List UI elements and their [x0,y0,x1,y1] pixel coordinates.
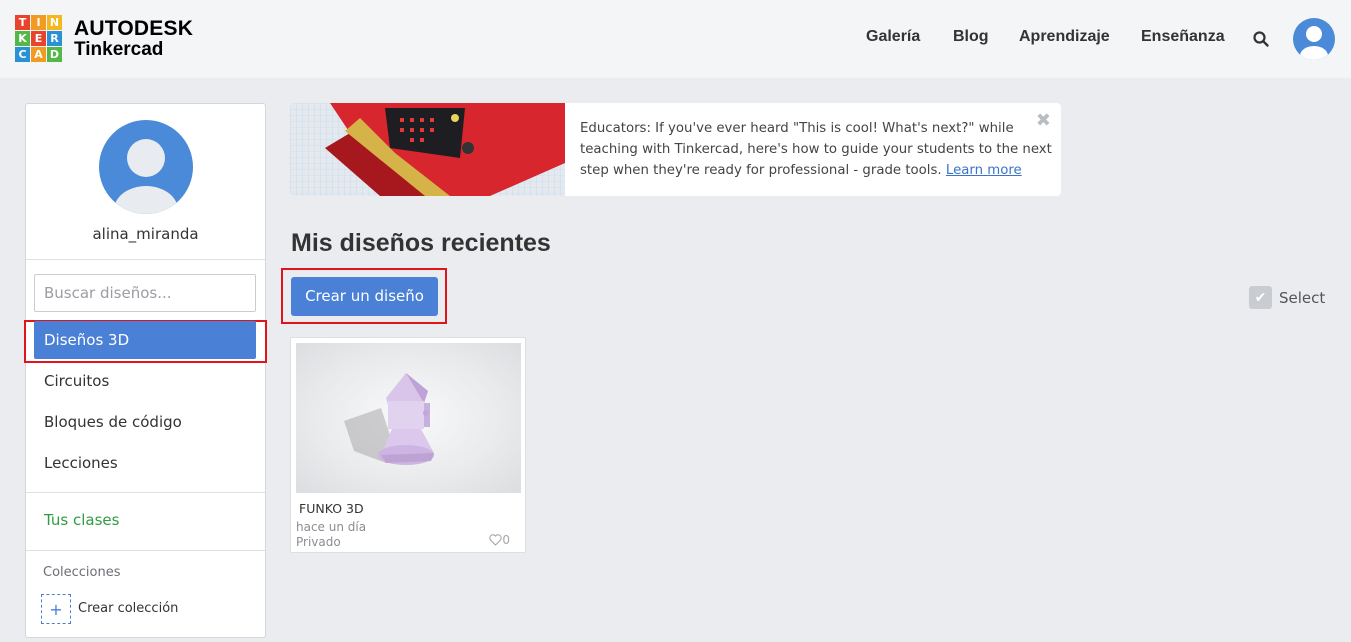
banner-message: Educators: If you've ever heard "This is… [580,118,1055,181]
logo-letter: I [31,15,46,30]
design-title[interactable]: FUNKO 3D [299,501,364,516]
top-header: T I N K E R C A D AUTODESK Tinkercad Gal… [0,0,1351,78]
design-thumbnail[interactable] [296,343,521,493]
create-design-button[interactable]: Crear un diseño [291,277,438,316]
brand-autodesk: AUTODESK [74,17,194,40]
brand-name: AUTODESK Tinkercad [74,18,193,59]
logo-letter: R [47,31,62,46]
sidebar-item-3d-designs[interactable]: Diseños 3D [34,321,256,359]
select-label: Select [1279,288,1326,307]
your-classes-link[interactable]: Tus clases [44,511,119,529]
design-card[interactable]: FUNKO 3D hace un día Privado 0 [290,337,526,553]
logo-letter: C [15,47,30,62]
add-collection-icon[interactable]: + [41,594,71,624]
page-title: Mis diseños recientes [291,229,551,257]
profile-avatar-icon[interactable] [99,120,193,214]
user-avatar-icon[interactable] [1293,18,1335,60]
close-icon[interactable]: ✖ [1036,110,1051,131]
divider [26,550,265,551]
brand-tinkercad: Tinkercad [74,39,164,60]
create-collection-link[interactable]: Crear colección [78,601,178,616]
logo-letter: D [47,47,62,62]
design-timestamp: hace un día [296,520,367,534]
nav-aprendizaje[interactable]: Aprendizaje [1019,28,1110,46]
nav-ensenanza[interactable]: Enseñanza [1141,28,1225,46]
tinkercad-logo[interactable]: T I N K E R C A D AUTODESK Tinkercad [15,15,193,62]
sidebar-item-lessons[interactable]: Lecciones [34,444,256,482]
logo-letter: A [31,47,46,62]
learn-more-link[interactable]: Learn more [946,163,1022,178]
logo-letter: N [47,15,62,30]
logo-letter-grid: T I N K E R C A D [15,15,62,62]
sidebar-item-circuits[interactable]: Circuitos [34,362,256,400]
likes-value: 0 [502,533,510,547]
select-toggle[interactable]: ✔ Select [1249,286,1325,309]
nav-galeria[interactable]: Galería [866,28,920,46]
logo-letter: E [31,31,46,46]
sidebar-item-codeblocks[interactable]: Bloques de código [34,403,256,441]
likes-count: 0 [489,533,510,547]
heart-icon [489,534,503,546]
logo-letter: K [15,31,30,46]
logo-letter: T [15,15,30,30]
username[interactable]: alina_miranda [26,225,265,243]
educator-banner: Educators: If you've ever heard "This is… [290,103,1061,196]
checkbox-icon[interactable]: ✔ [1249,286,1272,309]
search-icon[interactable] [1252,30,1270,48]
divider [26,492,265,493]
collections-heading: Colecciones [43,565,121,580]
divider [26,259,265,260]
sidebar: alina_miranda Diseños 3D Circuitos Bloqu… [24,103,267,638]
nav-blog[interactable]: Blog [953,28,989,46]
design-visibility: Privado [296,535,341,549]
search-designs-input[interactable] [34,274,256,312]
banner-image [290,103,565,196]
